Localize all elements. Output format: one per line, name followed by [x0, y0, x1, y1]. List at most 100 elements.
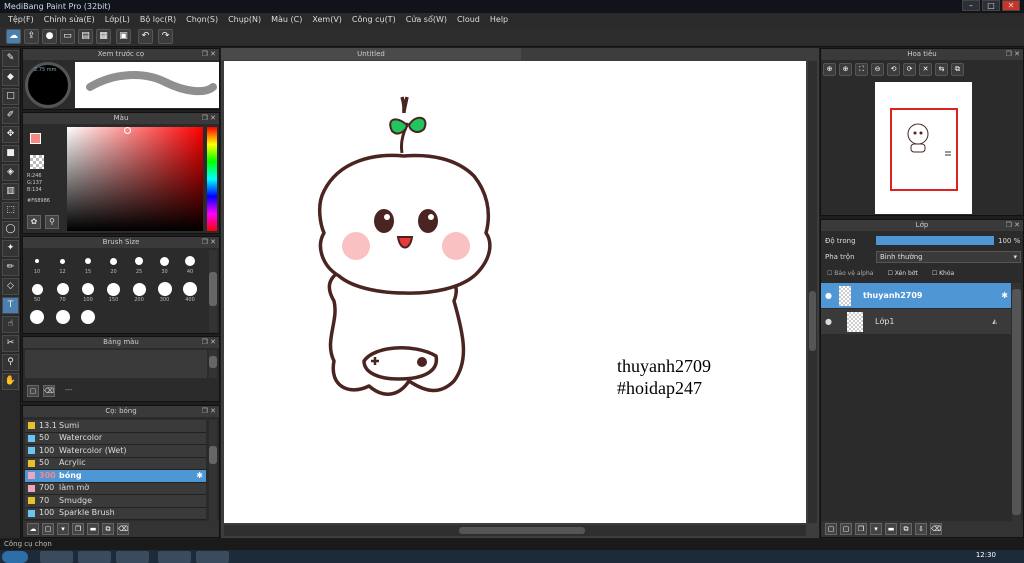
zoom-in-icon[interactable]: ⊕ — [823, 63, 836, 76]
brush-item[interactable]: 13.1 Sumi — [25, 420, 206, 433]
eyedropper-icon[interactable]: ⚲ — [45, 215, 59, 229]
panel-controls-icon[interactable]: ❐ ✕ — [202, 113, 216, 124]
panel-controls-icon[interactable]: ❐ ✕ — [202, 406, 216, 417]
menu-snap[interactable]: Chụp(N) — [223, 13, 266, 27]
brush-item[interactable]: 70 Smudge — [25, 495, 206, 508]
visibility-icon[interactable]: ● — [825, 317, 835, 326]
protect-alpha-checkbox[interactable]: ☐ Bảo vệ alpha — [827, 270, 873, 277]
add-layer-menu-icon[interactable]: ▾ — [870, 523, 882, 535]
new-layer-icon[interactable]: ▢ — [825, 523, 837, 535]
menu-tools[interactable]: Công cụ(T) — [347, 13, 401, 27]
close-button[interactable]: ✕ — [1002, 0, 1020, 11]
palette-dropdown[interactable]: --- — [65, 386, 73, 394]
add-brush-icon[interactable]: ▾ — [57, 523, 69, 535]
brush-size-scrollbar[interactable] — [209, 250, 217, 332]
brush-item-selected[interactable]: 300 bóng ✱ — [25, 470, 206, 483]
saturation-value-picker[interactable] — [67, 127, 203, 231]
eyedropper-tool-icon[interactable]: ⚲ — [2, 354, 19, 371]
fill-rect-tool-icon[interactable]: ■ — [2, 145, 19, 162]
rotate-right-icon[interactable]: ⟳ — [903, 63, 916, 76]
layer-row-selected[interactable]: ● thuyanh2709 ✱ — [821, 283, 1011, 308]
menu-view[interactable]: Xem(V) — [307, 13, 347, 27]
rectangle-tool-icon[interactable]: □ — [2, 88, 19, 105]
taskbar-chrome[interactable] — [196, 551, 229, 563]
color-picker-cursor[interactable] — [124, 127, 131, 134]
transparent-swatch[interactable] — [30, 155, 44, 169]
panel-controls-icon[interactable]: ❐ ✕ — [202, 337, 216, 348]
clipping-checkbox[interactable]: ☐ Xén bớt — [887, 270, 917, 277]
hand-tool-icon[interactable]: ✋ — [2, 373, 19, 390]
drawing-canvas[interactable]: thuyanh2709 #hoidap247 — [224, 61, 806, 523]
gradient-tool-icon[interactable]: ▥ — [2, 183, 19, 200]
operation-tool-icon[interactable]: ☝ — [2, 316, 19, 333]
duplicate-icon[interactable]: ⧉ — [102, 523, 114, 535]
magic-wand-icon[interactable]: ✦ — [2, 240, 19, 257]
mirror-icon[interactable]: ⧉ — [951, 63, 964, 76]
merge-layer-icon[interactable]: ⇩ — [915, 523, 927, 535]
document-tab[interactable]: Untitled — [221, 48, 521, 60]
brush-size-cell[interactable]: 300 — [154, 278, 176, 303]
brush-size-cell[interactable]: 40 — [179, 250, 201, 275]
brush-size-cell[interactable]: 12 — [52, 250, 74, 275]
brush-size-cell[interactable]: 150 — [103, 278, 125, 303]
select-tool-icon[interactable]: ⬚ — [2, 202, 19, 219]
share-icon[interactable]: ⇪ — [24, 29, 39, 44]
minimize-button[interactable]: – — [962, 0, 980, 11]
menu-layer[interactable]: Lớp(L) — [100, 13, 135, 27]
blend-mode-select[interactable]: Bình thường ▾ — [876, 251, 1021, 263]
brush-size-cell[interactable]: 10 — [26, 250, 48, 275]
navigator-thumbnail[interactable] — [875, 82, 972, 214]
menu-window[interactable]: Cửa sổ(W) — [401, 13, 452, 27]
brush-size-cell[interactable]: 50 — [26, 278, 48, 303]
brush-size-cell[interactable]: 70 — [52, 278, 74, 303]
menu-edit[interactable]: Chỉnh sửa(E) — [39, 13, 100, 27]
dot-tool-icon[interactable]: ✐ — [2, 107, 19, 124]
new-brush-icon[interactable]: ▢ — [42, 523, 54, 535]
brush-size-cell[interactable]: 30 — [154, 250, 176, 275]
palette-icon[interactable]: ✿ — [27, 215, 41, 229]
layer-scrollbar[interactable] — [1012, 283, 1021, 521]
menu-color[interactable]: Màu (C) — [266, 13, 307, 27]
chat-icon[interactable]: ● — [42, 29, 57, 44]
undo-icon[interactable]: ↶ — [138, 29, 153, 44]
menu-file[interactable]: Tệp(F) — [3, 13, 39, 27]
brush-item[interactable]: 50 Acrylic — [25, 457, 206, 470]
zoom-in-2-icon[interactable]: ⊕ — [839, 63, 852, 76]
brush-size-cell[interactable]: 25 — [128, 250, 150, 275]
taskbar-app-2[interactable] — [116, 551, 149, 563]
menu-filter[interactable]: Bộ lọc(R) — [135, 13, 181, 27]
layer-settings-icon[interactable]: ✱ — [1001, 291, 1008, 300]
taskbar-app-1[interactable] — [78, 551, 111, 563]
duplicate-layer-icon[interactable]: ⧉ — [900, 523, 912, 535]
transform-icon[interactable]: ▣ — [116, 29, 131, 44]
layer-copy-icon[interactable]: ❐ — [855, 523, 867, 535]
start-button[interactable] — [2, 551, 28, 563]
canvas-hscroll[interactable] — [224, 525, 806, 536]
comment-icon[interactable]: ▭ — [60, 29, 75, 44]
new-palette-icon[interactable]: ▢ — [27, 385, 39, 397]
move-tool-icon[interactable]: ✥ — [2, 126, 19, 143]
brush-settings-icon[interactable]: ✱ — [196, 470, 203, 482]
lock-checkbox[interactable]: ☐ Khóa — [932, 270, 954, 277]
trash-icon[interactable]: ⌫ — [117, 523, 129, 535]
bucket-tool-icon[interactable]: ◈ — [2, 164, 19, 181]
select-pen-icon[interactable]: ✏ — [2, 259, 19, 276]
hue-slider[interactable] — [207, 127, 217, 231]
lasso-tool-icon[interactable]: ◯ — [2, 221, 19, 238]
brush-size-cell[interactable] — [52, 306, 74, 328]
redo-icon[interactable]: ↷ — [158, 29, 173, 44]
menu-cloud[interactable]: Cloud — [452, 13, 485, 27]
brush-item[interactable]: 700 làm mờ — [25, 482, 206, 495]
brush-size-cell[interactable]: 20 — [103, 250, 125, 275]
zoom-out-icon[interactable]: ⊖ — [871, 63, 884, 76]
text-tool-icon[interactable]: T — [2, 297, 19, 314]
rotate-left-icon[interactable]: ⟲ — [887, 63, 900, 76]
brush-tool-icon[interactable]: ✎ — [2, 50, 19, 67]
folder-icon[interactable]: ▬ — [87, 523, 99, 535]
menu-help[interactable]: Help — [485, 13, 513, 27]
divide-tool-icon[interactable]: ✂ — [2, 335, 19, 352]
brush-item[interactable]: 100 Watercolor (Wet) — [25, 445, 206, 458]
maximize-button[interactable]: □ — [982, 0, 1000, 11]
select-eraser-icon[interactable]: ◇ — [2, 278, 19, 295]
new-layer-2-icon[interactable]: ▢ — [840, 523, 852, 535]
